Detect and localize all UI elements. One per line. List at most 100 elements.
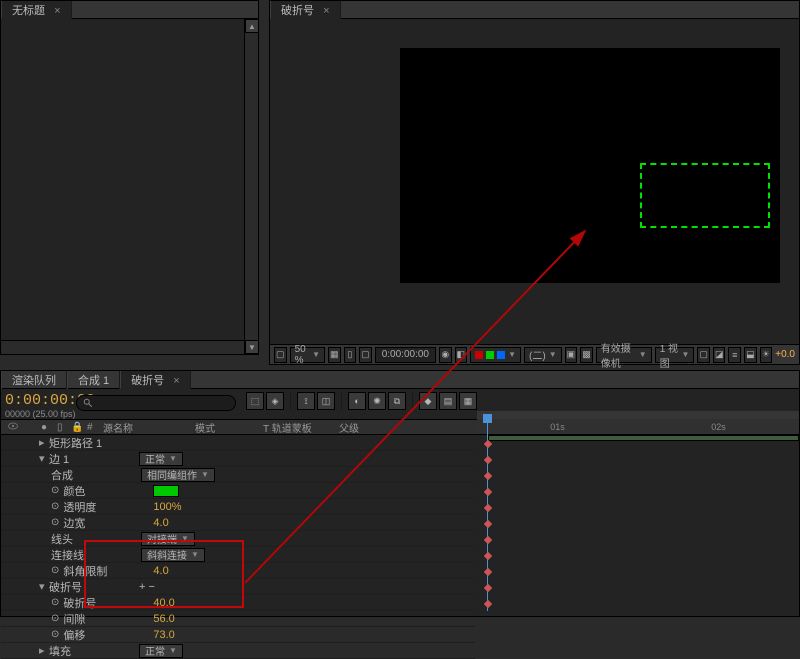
keyframe-icon[interactable] [484, 440, 492, 448]
col-source-name[interactable]: 源名称 [97, 420, 189, 435]
scrollbar-vertical[interactable]: ▲ ▼ [244, 19, 258, 354]
flow-icon[interactable]: ⬓ [744, 347, 757, 363]
prop-linecap-row[interactable]: 线头 对接端 ▼ [1, 531, 475, 547]
dash-prop-dash-row[interactable]: ⊙ 破折号 40.0 [1, 595, 475, 611]
keyframe-icon[interactable] [484, 552, 492, 560]
prop-value[interactable]: 4.0 [153, 517, 233, 529]
close-icon[interactable]: × [54, 5, 60, 17]
prop-linejoin-row[interactable]: 连接线 斜斜连接 ▼ [1, 547, 475, 563]
linejoin-select[interactable]: 斜斜连接 ▼ [141, 548, 205, 562]
time-ruler[interactable]: 01s 02s [477, 419, 799, 435]
dash-prop-gap-row[interactable]: ⊙ 间隙 56.0 [1, 611, 475, 627]
transparency-grid-icon[interactable]: ▩ [580, 347, 593, 363]
prop-opacity-row[interactable]: ⊙ 透明度 100% [1, 499, 475, 515]
keyframe-icon[interactable] [484, 568, 492, 576]
keyframe-icon[interactable] [484, 584, 492, 592]
composition-tab[interactable]: 破折号 × [270, 1, 341, 19]
stopwatch-icon[interactable]: ⊙ [51, 597, 59, 608]
views-select[interactable]: 1 视图 ▼ [655, 347, 695, 363]
work-area-bar[interactable] [488, 435, 799, 441]
resolution-select[interactable]: (二) ▼ [524, 347, 562, 363]
twirl-right-icon[interactable]: ▸ [39, 644, 49, 657]
prop-value[interactable]: 73.0 [153, 629, 233, 641]
graph-editor-icon[interactable]: ⧉ [388, 392, 406, 410]
col-mode[interactable]: 模式 [189, 420, 257, 435]
prop-value[interactable]: 100% [153, 501, 233, 513]
layer-search-input[interactable] [76, 395, 236, 411]
keyframe-icon[interactable] [484, 456, 492, 464]
expand-icon[interactable]: ▦ [459, 392, 477, 410]
roi-icon[interactable]: ▣ [565, 347, 578, 363]
stopwatch-icon[interactable]: ⊙ [51, 629, 59, 640]
project-tab[interactable]: 无标题 × [1, 1, 72, 19]
dash-prop-offset-row[interactable]: ⊙ 偏移 73.0 [1, 627, 475, 643]
close-icon[interactable]: × [323, 5, 329, 17]
stopwatch-icon[interactable]: ⊙ [51, 517, 59, 528]
dash-group-row[interactable]: ▾ 破折号 + − [1, 579, 475, 595]
exposure-value[interactable]: +0.0 [775, 349, 795, 360]
preview-timecode[interactable]: 0:00:00:00 [375, 347, 436, 363]
prop-value[interactable]: 4.0 [153, 565, 233, 577]
keyframe-icon[interactable] [484, 536, 492, 544]
fill-row[interactable]: ▸ 填充 正常 ▼ [1, 643, 475, 659]
camera-select[interactable]: 有效摄像机 ▼ [596, 347, 652, 363]
twirl-right-icon[interactable]: ▸ [39, 436, 49, 449]
channel-select[interactable]: ▼ [470, 347, 521, 363]
close-icon[interactable]: × [173, 375, 179, 387]
scroll-down-icon[interactable]: ▼ [245, 340, 259, 354]
composite-select[interactable]: 相同编组作 ▼ [141, 468, 215, 482]
prop-value[interactable]: 40.0 [153, 597, 233, 609]
hide-shy-icon[interactable]: ⟟ [297, 392, 315, 410]
keyframe-icon[interactable] [484, 488, 492, 496]
show-channel-icon[interactable]: ◧ [455, 347, 468, 363]
color-icon[interactable]: ▤ [439, 392, 457, 410]
twirl-down-icon[interactable]: ▾ [39, 580, 49, 593]
keyframe-icon[interactable] [484, 472, 492, 480]
linecap-select[interactable]: 对接端 ▼ [141, 532, 195, 546]
tab-dash[interactable]: 破折号 × [120, 371, 191, 389]
guides-icon[interactable]: ▯ [344, 347, 357, 363]
col-trkmatte[interactable]: T 轨道蒙板 [257, 420, 333, 435]
fast-preview-icon[interactable]: ◪ [713, 347, 726, 363]
prop-miterlimit-row[interactable]: ⊙ 斜角限制 4.0 [1, 563, 475, 579]
color-chip[interactable] [153, 485, 179, 497]
comp-mini-flowchart-icon[interactable]: ⬚ [246, 392, 264, 410]
reset-exposure-icon[interactable]: ☀ [760, 347, 773, 363]
autokey-icon[interactable]: ◆ [419, 392, 437, 410]
keyframe-icon[interactable] [484, 600, 492, 608]
prop-strokewidth-row[interactable]: ⊙ 边宽 4.0 [1, 515, 475, 531]
fill-mode-select[interactable]: 正常 ▼ [139, 644, 183, 658]
stopwatch-icon[interactable]: ⊙ [51, 501, 59, 512]
twirl-down-icon[interactable]: ▾ [39, 452, 49, 465]
grid-icon[interactable]: ▦ [328, 347, 341, 363]
composition-viewport[interactable] [400, 48, 780, 283]
timeline-icon[interactable]: ≡ [728, 347, 741, 363]
snapshot-icon[interactable]: ◉ [439, 347, 452, 363]
stopwatch-icon[interactable]: ⊙ [51, 613, 59, 624]
tab-render-queue[interactable]: 渲染队列 [1, 371, 67, 389]
dash-addremove-buttons[interactable]: + − [139, 581, 155, 593]
brainstorm-icon[interactable]: ✺ [368, 392, 386, 410]
always-preview-icon[interactable]: ▢ [274, 347, 287, 363]
scrollbar-horizontal[interactable] [1, 340, 244, 354]
composite-row[interactable]: 合成 相同编组作 ▼ [1, 467, 475, 483]
frame-blend-icon[interactable]: ◫ [317, 392, 335, 410]
stopwatch-icon[interactable]: ⊙ [51, 565, 59, 576]
time-navigator[interactable] [477, 411, 799, 419]
tab-comp1[interactable]: 合成 1 [67, 371, 120, 389]
edge-mode-select[interactable]: 正常 ▼ [139, 452, 183, 466]
prop-color-row[interactable]: ⊙ 颜色 [1, 483, 475, 499]
prop-value[interactable]: 56.0 [153, 613, 233, 625]
stopwatch-icon[interactable]: ⊙ [51, 485, 59, 496]
motion-blur-icon[interactable]: ◐ [348, 392, 366, 410]
scroll-up-icon[interactable]: ▲ [245, 19, 259, 33]
draft3d-icon[interactable]: ◈ [266, 392, 284, 410]
keyframe-icon[interactable] [484, 504, 492, 512]
mask-icon[interactable]: ▢ [359, 347, 372, 363]
shape-path-row[interactable]: ▸ 矩形路径 1 [1, 435, 475, 451]
col-parent[interactable]: 父级 [333, 420, 403, 435]
edge-row[interactable]: ▾ 边 1 正常 ▼ [1, 451, 475, 467]
pixel-aspect-icon[interactable]: ▢ [697, 347, 710, 363]
zoom-select[interactable]: 50 % ▼ [290, 347, 325, 363]
keyframe-icon[interactable] [484, 520, 492, 528]
